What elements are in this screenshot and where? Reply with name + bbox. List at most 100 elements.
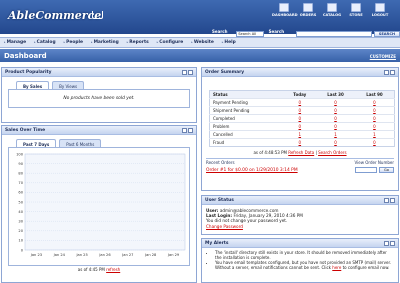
- table-row: Fraud 0 0 0: [209, 138, 395, 147]
- close-icon[interactable]: [188, 128, 193, 133]
- table-row: Problem 0 0 0: [209, 122, 395, 131]
- refresh-data-link[interactable]: Refresh Data: [288, 150, 314, 155]
- recent-orders-header: Recent Orders View Order Number: [206, 158, 394, 165]
- nav-marketing[interactable]: Marketing: [91, 40, 119, 45]
- minimize-icon[interactable]: [384, 241, 389, 246]
- status-cell: Completed: [209, 114, 284, 123]
- status-cell: Shipment Pending: [209, 106, 284, 115]
- table-row: Payment Pending 0 0 0: [209, 98, 395, 107]
- count-cell[interactable]: 0: [354, 106, 395, 115]
- y-tick-label: 80: [18, 172, 23, 176]
- col-status: Status: [209, 90, 284, 99]
- tab-row: By Sales By Views: [2, 77, 196, 89]
- empty-message: No products have been sold yet.: [63, 96, 135, 101]
- chart-container: 0 10 20 30 40 50 60 70 80 90 100 Jan 23 Jan 24 Jan 25…: [8, 147, 190, 266]
- recent-orders-row: Order #1 for $0.00 on 1/29/2010 3:14 PM …: [206, 167, 394, 173]
- close-icon[interactable]: [188, 70, 193, 75]
- count-cell[interactable]: 0: [354, 114, 395, 123]
- count-cell[interactable]: 0: [316, 114, 355, 123]
- top-nav-orders[interactable]: ORDERS: [296, 3, 320, 17]
- minimize-icon[interactable]: [384, 70, 389, 75]
- top-nav-store[interactable]: STORE: [344, 3, 368, 17]
- count-cell[interactable]: 0: [316, 106, 355, 115]
- count-cell[interactable]: 1: [283, 130, 317, 139]
- count-cell[interactable]: 0: [283, 138, 317, 147]
- status-cell: Problem: [209, 122, 284, 131]
- x-tick-label: Jan 26: [98, 253, 111, 257]
- y-tick-label: 50: [18, 200, 23, 204]
- my-alerts-panel: My Alerts The 'install' directory still …: [201, 238, 399, 283]
- nav-manage[interactable]: Manage: [4, 40, 27, 45]
- main-nav: Manage Catalog People Marketing Reports Confi…: [0, 37, 400, 48]
- close-icon[interactable]: [390, 70, 395, 75]
- configure-email-link[interactable]: here: [332, 265, 341, 270]
- panel-title: Sales Over Time: [5, 128, 46, 133]
- count-cell[interactable]: 0: [283, 98, 317, 107]
- count-cell[interactable]: 1: [316, 130, 355, 139]
- count-cell[interactable]: 0: [316, 122, 355, 131]
- top-nav-label: STORE: [349, 13, 363, 17]
- chart-footer: as of 4:45 PM refresh: [2, 267, 196, 272]
- change-password-link[interactable]: Change Password: [206, 224, 394, 229]
- window-controls: [384, 241, 395, 246]
- nav-help[interactable]: Help: [222, 40, 235, 45]
- top-nav-logout[interactable]: LOGOUT: [368, 3, 392, 17]
- alerts-list: The 'install' directory still exists in …: [202, 248, 398, 271]
- count-cell[interactable]: 0: [283, 114, 317, 123]
- refresh-link[interactable]: refresh: [106, 267, 120, 272]
- close-icon[interactable]: [390, 198, 395, 203]
- tab-row: Past 7 Days Past 6 Months: [2, 135, 196, 147]
- nav-website[interactable]: Website: [191, 40, 214, 45]
- tab-past-6-months[interactable]: Past 6 Months: [59, 139, 102, 147]
- y-tick-label: 20: [18, 229, 23, 233]
- panel-title: Product Popularity: [5, 70, 52, 75]
- x-tick-label: Jan 23: [30, 253, 42, 257]
- status-cell: Fraud: [209, 138, 284, 147]
- top-icon-bar: DASHBOARD ORDERS CATALOG STORE LOGOUT: [272, 3, 392, 17]
- recent-order-link[interactable]: Order #1 for $0.00 on 1/29/2010 3:14 PM: [206, 168, 298, 173]
- dashboard-icon: [279, 3, 289, 12]
- count-cell[interactable]: 0: [316, 98, 355, 107]
- tab-by-views[interactable]: By Views: [52, 81, 85, 89]
- count-cell[interactable]: 0: [354, 98, 395, 107]
- count-cell[interactable]: 0: [283, 106, 317, 115]
- nav-people[interactable]: People: [64, 40, 83, 45]
- nav-configure[interactable]: Configure: [157, 40, 183, 45]
- panel-header: Order Summary: [202, 68, 398, 77]
- top-nav-label: LOGOUT: [371, 13, 389, 17]
- tab-past-7-days[interactable]: Past 7 Days: [16, 139, 57, 147]
- minimize-icon[interactable]: [384, 198, 389, 203]
- top-nav-label: DASHBOARD: [272, 13, 298, 17]
- tab-by-sales[interactable]: By Sales: [16, 81, 50, 89]
- window-controls: [384, 70, 395, 75]
- nav-reports[interactable]: Reports: [127, 40, 148, 45]
- order-number-input[interactable]: [355, 167, 378, 173]
- x-tick-label: Jan 27: [121, 253, 133, 257]
- window-controls: [384, 198, 395, 203]
- top-nav-dashboard[interactable]: DASHBOARD: [272, 3, 298, 17]
- count-cell[interactable]: 0: [283, 122, 317, 131]
- count-cell[interactable]: 1: [354, 130, 395, 139]
- minimize-icon[interactable]: [182, 70, 187, 75]
- count-cell[interactable]: 0: [354, 122, 395, 131]
- table-header-row: Status Today Last 30 Last 90: [209, 90, 395, 99]
- recent-orders-label: Recent Orders: [206, 160, 235, 165]
- minimize-icon[interactable]: [182, 128, 187, 133]
- search-orders-link[interactable]: Search Orders: [318, 150, 346, 155]
- panel-title: User Status: [205, 198, 234, 203]
- count-cell[interactable]: 0: [354, 138, 395, 147]
- top-nav-catalog[interactable]: CATALOG: [320, 3, 344, 17]
- asof-text: as of 4:45 PM: [77, 267, 105, 272]
- nav-catalog[interactable]: Catalog: [34, 40, 56, 45]
- status-cell: Payment Pending: [209, 98, 284, 107]
- close-icon[interactable]: [390, 241, 395, 246]
- count-cell[interactable]: 0: [316, 138, 355, 147]
- col-last-90: Last 90: [354, 90, 395, 99]
- go-button[interactable]: Go: [379, 167, 394, 173]
- brand-logo[interactable]: AbleCommerce: [8, 9, 101, 22]
- customize-link[interactable]: CUSTOMIZE: [370, 54, 396, 59]
- user-status-body: User: admin@ablecommerce.com Last Login:…: [202, 205, 398, 232]
- page-title: Dashboard: [4, 52, 47, 60]
- window-controls: [182, 128, 193, 133]
- product-popularity-panel: Product Popularity By Sales By Views No …: [1, 67, 197, 123]
